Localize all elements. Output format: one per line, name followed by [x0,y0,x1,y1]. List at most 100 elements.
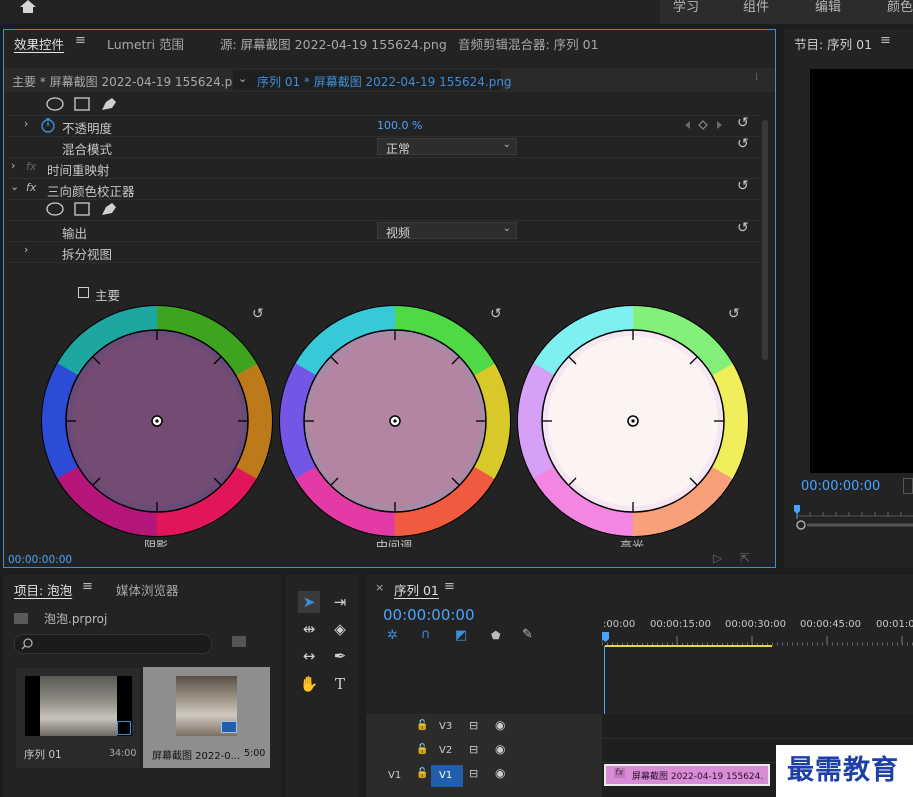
tab-project[interactable]: 项目: 泡泡 [14,580,72,599]
hamburger-icon[interactable]: ≡ [75,33,86,48]
home-icon[interactable] [18,0,38,14]
project-item-image[interactable]: 屏幕截图 2022-0... 5:00 [143,667,270,768]
sequence-clip-label[interactable]: 序列 01 * 屏幕截图 2022-04-19 155624.png [257,73,512,90]
eye-icon[interactable]: ◉ [495,742,505,756]
reset-icon[interactable]: ↺ [737,178,749,194]
program-video-display[interactable] [810,69,913,473]
chevron-down-icon[interactable]: ⌄ [238,72,247,85]
rectangle-mask-icon[interactable] [74,97,90,111]
opacity-value[interactable]: 100.0 % [377,119,422,132]
sync-lock-icon[interactable]: ⊟ [469,767,478,780]
track-label-v2[interactable]: V2 [439,745,452,756]
fx-icon[interactable]: fx [26,181,36,194]
tab-effect-controls[interactable]: 效果控件 [14,34,64,53]
new-bin-icon[interactable] [232,636,246,647]
scrollbar-thumb[interactable] [762,120,768,360]
pen-mask-icon[interactable] [102,98,116,110]
shadows-wheel[interactable] [40,300,298,550]
selection-tool-icon[interactable]: ➤ [298,591,320,613]
reset-icon[interactable]: ↺ [737,115,749,131]
tab-lumetri-scopes[interactable]: Lumetri 范围 [107,34,184,53]
nest-icon[interactable]: ✲ [387,628,398,643]
pen-tool-icon[interactable]: ✒ [329,645,351,667]
source-patch-v1[interactable]: V1 [388,770,401,781]
track-select-tool-icon[interactable]: ⇥ [329,591,351,613]
workspace-tab-editing[interactable]: 编辑 [815,0,841,15]
midtones-wheel[interactable] [254,300,535,550]
lock-icon[interactable]: 🔓 [416,768,428,779]
row-divider [8,115,760,116]
output-value: 视频 [386,226,411,240]
program-monitor-title[interactable]: 节目: 序列 01 [794,34,872,53]
timeline-title[interactable]: 序列 01 [394,580,439,599]
linked-selection-icon[interactable]: ◩ [455,628,467,643]
blend-mode-dropdown[interactable]: 正常 ⌄ [377,138,517,156]
program-mini-ruler[interactable] [793,503,913,531]
chevron-right-icon[interactable]: › [11,159,15,172]
ripple-edit-tool-icon[interactable]: ⇹ [298,618,320,640]
type-tool-icon[interactable]: T [329,673,351,695]
timeline-playhead-icon[interactable] [602,632,609,642]
lock-icon[interactable]: 🔓 [416,744,428,755]
ellipse-mask-icon[interactable] [46,97,64,111]
reset-icon[interactable]: ↺ [737,220,749,236]
project-search-input[interactable] [14,634,212,654]
row-divider [8,178,760,179]
marker-icon[interactable]: ⬟ [491,629,501,642]
stopwatch-icon[interactable] [40,117,56,133]
eye-icon[interactable]: ◉ [495,718,505,732]
track-label-v1[interactable]: V1 [439,770,452,781]
slip-tool-icon[interactable]: ↔ [298,645,320,667]
workspace-tab-color[interactable]: 颜色 [887,0,913,15]
track-label-v3[interactable]: V3 [439,721,452,732]
timeline-clip[interactable]: fx 屏幕截图 2022-04-19 155624. [604,764,770,786]
hand-tool-icon[interactable]: ✋ [298,673,320,695]
hamburger-icon[interactable]: ≡ [880,33,891,48]
fx-badge-icon[interactable]: fx [614,768,625,778]
export-icon[interactable]: ⇱ [740,551,750,565]
snap-icon[interactable]: ∩ [421,627,431,642]
program-timecode[interactable]: 00:00:00:00 [801,479,880,494]
close-icon[interactable]: × [375,581,384,594]
prev-keyframe-icon[interactable] [685,121,690,129]
workspace-tab-assembly[interactable]: 组件 [743,0,769,15]
pen-mask-icon[interactable] [102,203,116,215]
timeline-timecode[interactable]: 00:00:00:00 [383,606,475,624]
hamburger-icon[interactable]: ≡ [444,579,455,594]
highlights-wheel[interactable] [492,300,760,550]
sync-lock-icon[interactable]: ⊟ [469,743,478,756]
next-keyframe-icon[interactable] [717,121,722,129]
master-clip-label[interactable]: 主要 * 屏幕截图 2022-04-19 155624.png [12,73,247,90]
rectangle-mask-icon[interactable] [74,202,90,216]
sync-lock-icon[interactable]: ⊟ [469,719,478,732]
output-dropdown[interactable]: 视频 ⌄ [377,222,517,240]
fx-icon[interactable]: fx [26,160,36,173]
reset-icon[interactable]: ↺ [737,136,749,152]
ellipse-mask-icon[interactable] [46,202,64,216]
chevron-down-icon[interactable]: ⌄ [10,180,19,193]
master-checkbox[interactable] [78,287,89,298]
add-keyframe-icon[interactable] [698,120,708,130]
workspace-tab-learn[interactable]: 学习 [673,0,699,15]
hamburger-icon[interactable]: ≡ [82,579,93,594]
reset-shadows-icon[interactable]: ↺ [252,306,264,322]
tab-media-browser[interactable]: 媒体浏览器 [116,580,179,599]
tab-source[interactable]: 源: 屏幕截图 2022-04-19 155624.png [220,34,447,53]
reset-midtones-icon[interactable]: ↺ [490,306,502,322]
reset-highlights-icon[interactable]: ↺ [728,306,740,322]
timeline-ruler[interactable] [602,630,913,650]
razor-tool-icon[interactable]: ◈ [329,618,351,640]
lock-icon[interactable]: 🔓 [416,720,428,731]
play-audio-icon[interactable]: ▷ [713,551,722,565]
tab-audio-clip-mixer[interactable]: 音频剪辑混合器: 序列 01 [458,34,599,53]
chevron-right-icon[interactable]: › [24,117,28,130]
fit-dropdown[interactable] [903,478,913,494]
zoom-handle[interactable] [796,520,806,530]
playhead-icon[interactable] [794,505,800,514]
effect-current-time[interactable]: 00:00:00:00 [8,554,72,566]
eye-icon[interactable]: ◉ [495,766,505,780]
resize-grip-icon[interactable]: ⁞ [755,72,758,83]
chevron-right-icon[interactable]: › [24,243,28,256]
wrench-icon[interactable]: ✎ [522,627,533,642]
project-item-sequence[interactable]: 序列 01 34:00 [16,668,140,768]
